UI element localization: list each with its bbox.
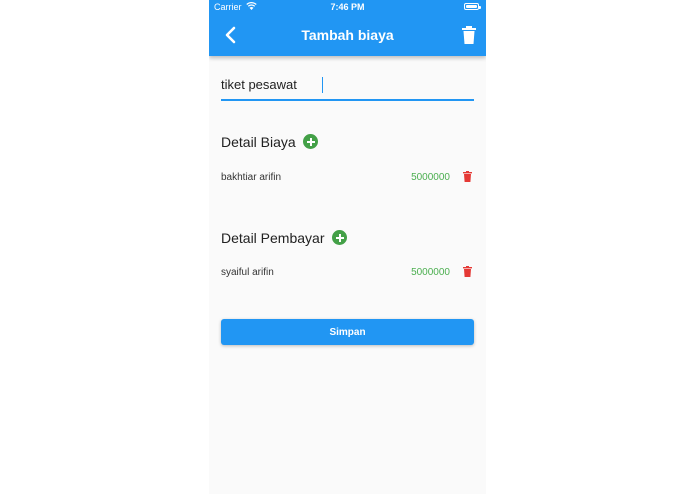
- text-cursor: [322, 77, 323, 93]
- app-bar: Carrier 7:46 PM Tambah biaya: [209, 0, 486, 56]
- trash-icon[interactable]: [463, 171, 472, 182]
- detail-biaya-title: Detail Biaya: [221, 134, 296, 150]
- page-title: Tambah biaya: [301, 27, 394, 43]
- detail-pembayar-title: Detail Pembayar: [221, 230, 325, 246]
- phone-screen: Carrier 7:46 PM Tambah biaya Detail Biay…: [209, 0, 486, 494]
- biaya-person-name: bakhtiar arifin: [221, 172, 282, 183]
- pembayar-amount: 5000000: [411, 267, 450, 278]
- trash-icon[interactable]: [461, 26, 477, 44]
- list-item[interactable]: bakhtiar arifin 5000000: [221, 170, 474, 186]
- status-time: 7:46 PM: [330, 2, 365, 12]
- trash-icon[interactable]: [463, 266, 472, 277]
- pembayar-person-name: syaiful arifin: [221, 267, 274, 278]
- biaya-amount: 5000000: [411, 172, 450, 183]
- save-button[interactable]: Simpan: [221, 319, 474, 345]
- status-bar: Carrier 7:46 PM: [209, 0, 486, 14]
- list-item[interactable]: syaiful arifin 5000000: [221, 265, 474, 281]
- expense-name-field[interactable]: [221, 74, 474, 101]
- battery-icon: [464, 3, 481, 10]
- add-pembayar-icon[interactable]: [332, 230, 347, 245]
- add-biaya-icon[interactable]: [303, 134, 318, 149]
- expense-name-input[interactable]: [221, 77, 474, 92]
